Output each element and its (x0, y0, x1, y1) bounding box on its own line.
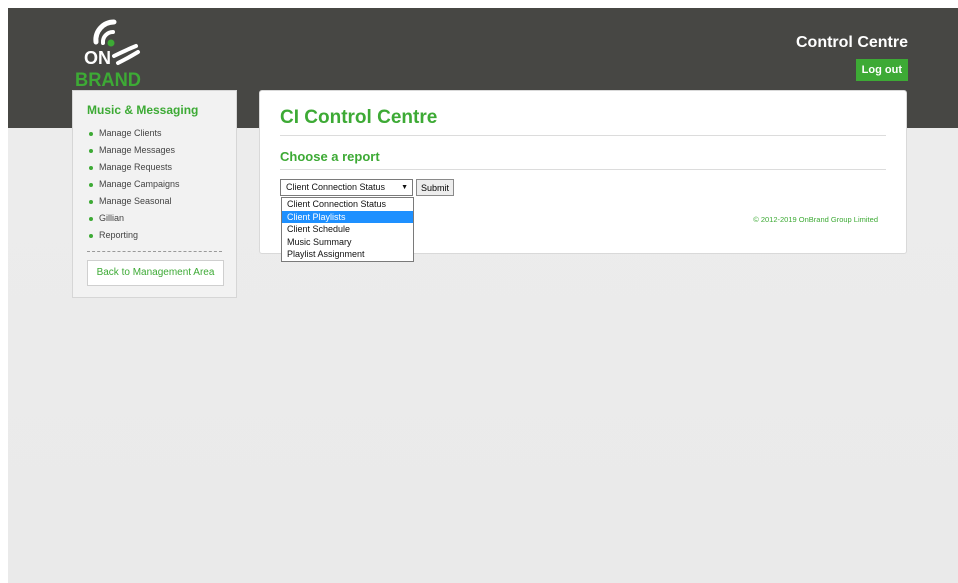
sidebar-item-manage-campaigns[interactable]: Manage Campaigns (87, 176, 222, 193)
sidebar-title: Music & Messaging (87, 103, 199, 117)
report-select[interactable]: Client Connection Status ▼ (280, 179, 413, 196)
sidebar-item-reporting[interactable]: Reporting (87, 227, 222, 244)
bullet-icon (89, 149, 93, 153)
bullet-icon (89, 183, 93, 187)
page-background: ON BRAND Control Centre Log out Music & … (8, 8, 958, 583)
sidebar-item-label: Manage Requests (99, 162, 173, 172)
sidebar-menu: Manage Clients Manage Messages Manage Re… (87, 125, 222, 244)
sidebar-item-label: Reporting (99, 230, 139, 240)
page-title: CI Control Centre (280, 107, 886, 136)
submit-button[interactable]: Submit (416, 179, 454, 196)
sidebar-item-manage-requests[interactable]: Manage Requests (87, 159, 222, 176)
logo-text-bottom: BRAND (75, 70, 141, 88)
dropdown-option-client-connection-status[interactable]: Client Connection Status (282, 198, 413, 211)
sidebar-item-gillian[interactable]: Gillian (87, 210, 222, 227)
sidebar-item-manage-seasonal[interactable]: Manage Seasonal (87, 193, 222, 210)
sidebar-item-label: Manage Seasonal (99, 196, 172, 206)
sidebar-item-label: Gillian (99, 213, 125, 223)
dropdown-option-music-summary[interactable]: Music Summary (282, 236, 413, 249)
sidebar-item-manage-messages[interactable]: Manage Messages (87, 142, 222, 159)
dropdown-arrow-icon: ▼ (401, 184, 408, 191)
sidebar-item-label: Manage Campaigns (99, 179, 180, 189)
bullet-icon (89, 234, 93, 238)
sidebar-item-label: Manage Clients (99, 128, 162, 138)
dropdown-option-client-playlists[interactable]: Client Playlists (282, 210, 413, 224)
dropdown-option-playlist-assignment[interactable]: Playlist Assignment (282, 248, 413, 261)
bullet-icon (89, 217, 93, 221)
sidebar-item-label: Manage Messages (99, 145, 176, 155)
header-title: Control Centre (796, 34, 908, 51)
report-dropdown-list: Client Connection Status Client Playlist… (281, 197, 414, 262)
copyright-text: © 2012-2019 OnBrand Group Limited (753, 215, 878, 224)
back-to-management-button[interactable]: Back to Management Area (87, 260, 224, 286)
sidebar: Music & Messaging Manage Clients Manage … (72, 90, 237, 298)
logout-button[interactable]: Log out (855, 59, 908, 81)
section-title: Choose a report (280, 149, 886, 170)
logo-text-top: ON (84, 48, 111, 68)
report-select-value: Client Connection Status (286, 182, 386, 192)
bullet-icon (89, 132, 93, 136)
onbrand-logo[interactable]: ON BRAND (74, 16, 154, 88)
dropdown-option-client-schedule[interactable]: Client Schedule (282, 223, 413, 236)
sidebar-item-manage-clients[interactable]: Manage Clients (87, 125, 222, 142)
sidebar-divider (87, 251, 222, 252)
bullet-icon (89, 166, 93, 170)
bullet-icon (89, 200, 93, 204)
